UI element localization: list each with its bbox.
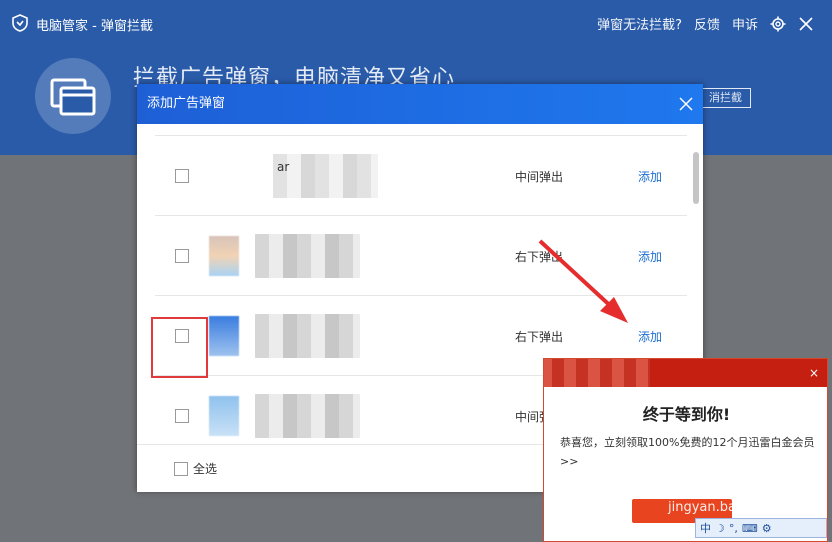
ime-keyboard-icon[interactable]: ⌨ [742,522,758,535]
add-link[interactable]: 添加 [638,248,662,265]
dialog-header: 添加广告弹窗 [137,84,703,124]
gear-icon[interactable] [770,16,786,32]
row-checkbox[interactable] [175,249,189,263]
shield-icon [12,14,28,32]
ime-mode[interactable]: 中 [700,520,711,536]
blurred-app-icon [209,236,239,276]
add-link[interactable]: 添加 [638,328,662,345]
ime-toolbar: 中 ☽ °, ⌨ ⚙ [695,518,827,538]
dialog-close-icon[interactable] [678,96,694,112]
ime-moon-icon[interactable]: ☽ [715,522,725,535]
popup-windows-icon [50,78,96,116]
scrollbar-thumb[interactable] [693,152,699,204]
cannot-block-link[interactable]: 弹窗无法拦截? [597,14,682,33]
row-checkbox[interactable] [175,409,189,423]
appeal-link[interactable]: 申诉 [732,14,758,33]
window-title: 电脑管家 - 弹窗拦截 [36,19,153,34]
blurred-app-icon [209,316,239,356]
ime-settings-icon[interactable]: ⚙ [762,522,772,535]
list-item: ar 中间弹出 添加 [155,135,687,216]
cancel-block-button[interactable]: 消拦截 [700,88,751,108]
close-icon[interactable] [798,16,814,32]
blurred-app-name [255,314,360,358]
watermark-url: jingyan.baidu.com [668,500,788,515]
dialog-title: 添加广告弹窗 [147,96,226,111]
row-checkbox[interactable] [175,169,189,183]
top-links: 弹窗无法拦截? 反馈 申诉 [597,14,814,33]
ad-popup-close-icon[interactable]: × [809,366,819,380]
popup-position: 中间弹出 [515,170,564,184]
baidu-watermark: Bai 经验 [640,457,803,501]
ad-popup-header: × [544,359,827,387]
select-all-label[interactable]: 全选 [193,460,217,477]
feedback-link[interactable]: 反馈 [694,14,720,33]
blurred-app-name [255,234,360,278]
add-link[interactable]: 添加 [638,168,662,185]
app-name-text: ar [277,160,290,174]
blurred-app-icon [209,396,239,436]
ad-popup-title: 终于等到你! [642,405,731,424]
blurred-ad-header [544,359,650,387]
arrow-annotation-icon [538,239,628,323]
highlight-box [151,317,208,378]
blurred-app-name [255,394,360,438]
select-all-checkbox[interactable] [174,462,188,476]
screenshot: 电脑管家 - 弹窗拦截 弹窗无法拦截? 反馈 申诉 拦截广告弹窗，电脑清净又省心… [0,0,832,542]
ime-punct[interactable]: °, [729,522,738,535]
